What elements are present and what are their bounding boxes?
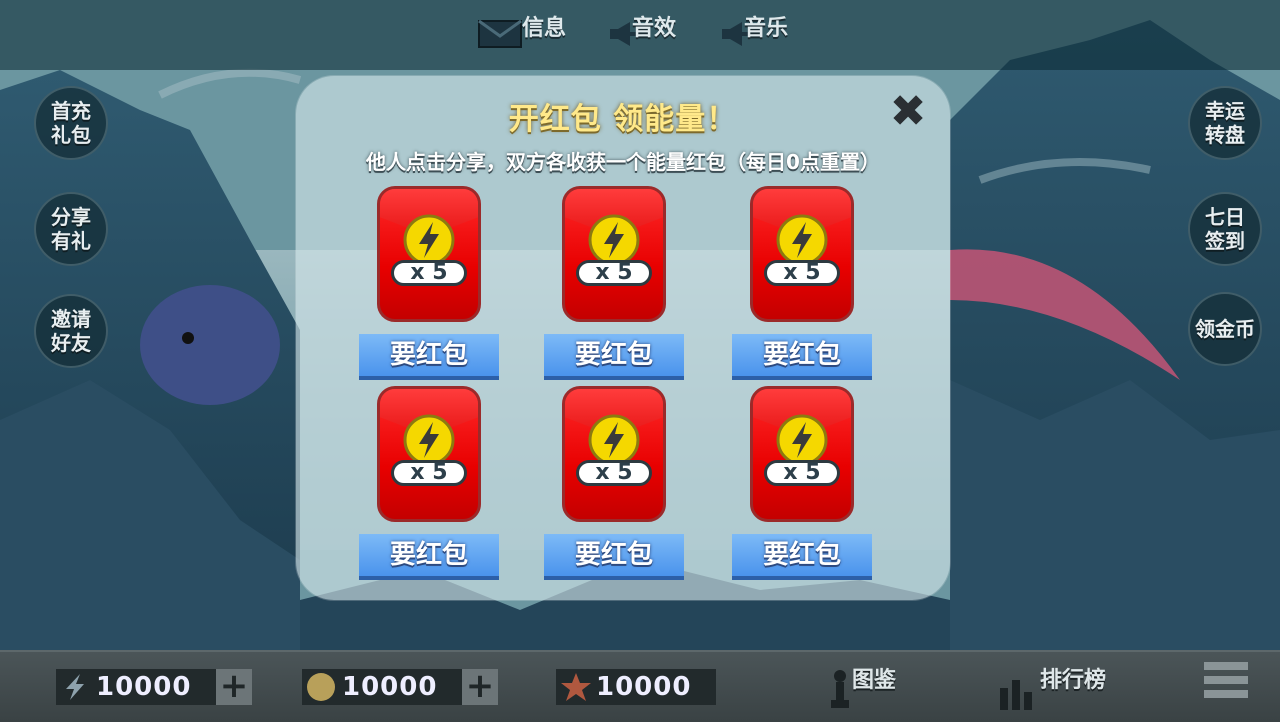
request-packet-button[interactable]: 要红包: [544, 534, 684, 580]
chess-piece-icon: [828, 668, 852, 718]
share-reward-label: 分享有礼: [51, 205, 91, 253]
collect-coins-label: 领金币: [1195, 317, 1255, 341]
star-counter: 10000: [556, 669, 716, 705]
first-recharge-gift-label: 首充礼包: [51, 99, 91, 147]
red-packet: x 5: [562, 386, 666, 522]
invite-friends-button[interactable]: 邀请好友: [34, 294, 108, 368]
red-packet: x 5: [750, 386, 854, 522]
add-energy-button[interactable]: +: [216, 669, 252, 705]
energy-counter: 10000: [56, 669, 216, 705]
packet-quantity: x 5: [391, 460, 467, 486]
top-bar: 信息 音效 音乐: [0, 0, 1280, 70]
add-coin-button[interactable]: +: [462, 669, 498, 705]
first-recharge-gift-button[interactable]: 首充礼包: [34, 86, 108, 160]
music-label: 音乐: [744, 16, 789, 41]
dialog-title: 开红包 领能量！: [508, 102, 738, 137]
coin-icon: [306, 672, 336, 709]
sound-label: 音效: [632, 16, 677, 41]
lucky-wheel-label: 幸运转盘: [1205, 99, 1245, 147]
lightning-icon: [60, 672, 90, 709]
bar-chart-icon: [1000, 676, 1040, 716]
ranking-label: 排行榜: [1040, 668, 1107, 693]
star-value: 10000: [596, 672, 692, 702]
mail-icon: [478, 19, 522, 54]
menu-icon-bar: [1204, 690, 1248, 698]
red-packet: x 5: [377, 386, 481, 522]
red-packet: x 5: [750, 186, 854, 322]
close-icon[interactable]: ✖: [886, 90, 930, 134]
share-reward-button[interactable]: 分享有礼: [34, 192, 108, 266]
dialog-subtitle: 他人点击分享，双方各收获一个能量红包（每日0点重置）: [366, 150, 880, 174]
menu-icon[interactable]: [1204, 662, 1248, 706]
coin-counter: 10000: [302, 669, 462, 705]
invite-friends-label: 邀请好友: [51, 307, 91, 355]
request-packet-button[interactable]: 要红包: [732, 334, 872, 380]
collect-coins-button[interactable]: 领金币: [1188, 292, 1262, 366]
messages-label: 信息: [522, 16, 567, 41]
request-packet-button[interactable]: 要红包: [359, 334, 499, 380]
menu-icon-bar: [1204, 676, 1248, 684]
seven-day-signin-button[interactable]: 七日签到: [1188, 192, 1262, 266]
bottom-bar: 10000 + 10000 + 10000 图鉴 排行榜: [0, 650, 1280, 722]
packet-quantity: x 5: [576, 460, 652, 486]
coin-value: 10000: [342, 672, 438, 702]
energy-value: 10000: [96, 672, 192, 702]
collection-label: 图鉴: [852, 668, 897, 693]
red-packet: x 5: [562, 186, 666, 322]
lucky-wheel-button[interactable]: 幸运转盘: [1188, 86, 1262, 160]
red-packet-dialog: 开红包 领能量！ ✖ 他人点击分享，双方各收获一个能量红包（每日0点重置） x …: [296, 76, 950, 600]
star-icon: [560, 672, 592, 709]
seven-day-signin-label: 七日签到: [1205, 205, 1245, 253]
packet-quantity: x 5: [391, 260, 467, 286]
request-packet-button[interactable]: 要红包: [544, 334, 684, 380]
request-packet-button[interactable]: 要红包: [732, 534, 872, 580]
red-packet: x 5: [377, 186, 481, 322]
request-packet-button[interactable]: 要红包: [359, 534, 499, 580]
packet-quantity: x 5: [576, 260, 652, 286]
packet-quantity: x 5: [764, 460, 840, 486]
packet-quantity: x 5: [764, 260, 840, 286]
menu-icon-bar: [1204, 662, 1248, 670]
